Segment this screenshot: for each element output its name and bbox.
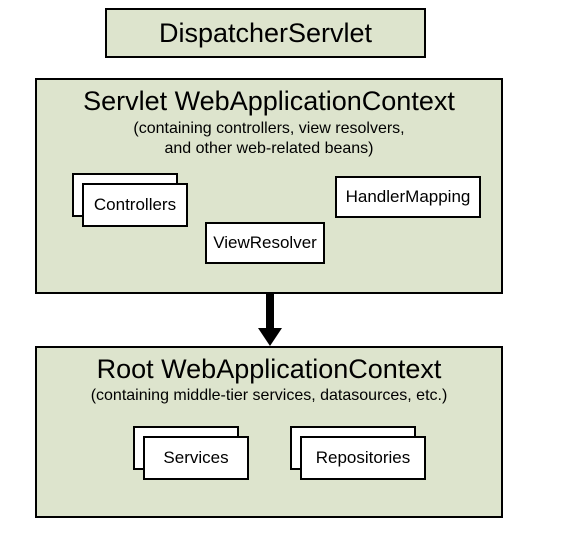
servlet-context-subtitle-line2: and other web-related beans) xyxy=(164,140,373,157)
repositories-box: Repositories xyxy=(300,436,426,480)
arrow-down-icon xyxy=(258,294,282,346)
repositories-label: Repositories xyxy=(316,448,411,468)
controllers-box: Controllers xyxy=(82,183,188,227)
controllers-label: Controllers xyxy=(94,195,176,215)
root-context-title: Root WebApplicationContext xyxy=(37,354,501,385)
dispatcher-servlet-title: DispatcherServlet xyxy=(159,18,372,49)
servlet-context-subtitle-line1: (containing controllers, view resolvers, xyxy=(133,120,404,137)
view-resolver-box: ViewResolver xyxy=(205,222,325,264)
root-context-box: Root WebApplicationContext (containing m… xyxy=(35,346,503,518)
services-label: Services xyxy=(163,448,228,468)
dispatcher-servlet-box: DispatcherServlet xyxy=(105,8,426,58)
handler-mapping-label: HandlerMapping xyxy=(346,187,471,207)
servlet-context-subtitle: (containing controllers, view resolvers,… xyxy=(37,119,501,159)
services-box: Services xyxy=(143,436,249,480)
servlet-context-title: Servlet WebApplicationContext xyxy=(37,86,501,117)
view-resolver-label: ViewResolver xyxy=(213,233,317,253)
root-context-subtitle: (containing middle-tier services, dataso… xyxy=(37,387,501,405)
handler-mapping-box: HandlerMapping xyxy=(335,176,481,218)
